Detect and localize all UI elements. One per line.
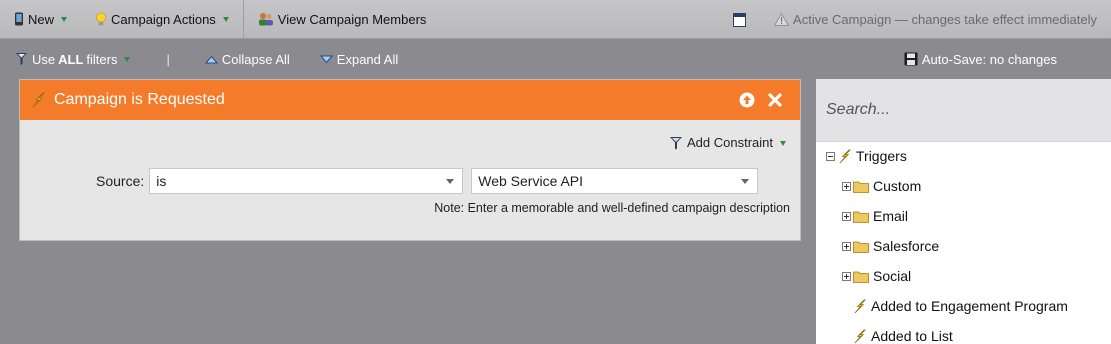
trigger-sidebar: Search... Triggers Custom Email Salesfor… [816,79,1111,344]
separator: | [166,51,170,67]
use-label-prefix: Use [32,51,56,67]
tree-item-added-to-list[interactable]: Added to List [852,326,953,344]
operator-value: is [156,173,167,189]
collapse-icon [204,55,218,64]
use-all-filters-button[interactable]: Use ALL filters [15,40,131,78]
mobile-icon [14,12,24,26]
funnel-icon [15,52,28,66]
filter-card-title: Campaign is Requested [54,91,225,108]
people-icon [258,12,274,26]
source-label: Source: [96,173,145,189]
tree-item-salesforce[interactable]: Salesforce [842,236,939,256]
campaign-status-text: Active Campaign — changes take effect im… [793,12,1097,27]
campaign-actions-button[interactable]: Campaign Actions [77,0,243,39]
add-constraint-label: Add Constraint [687,135,773,150]
main-toolbar: New Campaign Actions View Campaign Membe… [0,0,1111,39]
tree-item-custom[interactable]: Custom [842,176,921,196]
folder-icon [853,270,869,283]
expand-toggle-icon[interactable] [842,271,851,281]
source-constraint-row: Source: is Web Service API [96,168,759,194]
tree-item-email[interactable]: Email [842,206,908,226]
lightning-icon [837,149,852,164]
folder-icon [853,240,869,253]
view-members-label: View Campaign Members [277,11,427,27]
close-icon[interactable] [768,93,782,107]
source-value-select[interactable]: Web Service API [471,168,759,194]
use-label-suffix: filters [86,51,118,67]
add-constraint-button[interactable]: Add Constraint [669,135,786,150]
view-campaign-members-button[interactable]: View Campaign Members [244,0,437,39]
collapse-all-label: Collapse All [221,51,290,67]
description-note: Note: Enter a memorable and well-defined… [434,201,790,215]
new-label: New [28,11,55,27]
expand-all-label: Expand All [336,51,399,67]
collapse-all-button[interactable]: Collapse All [204,40,290,78]
use-label-bold: ALL [58,51,84,67]
tree-item-label: Social [873,268,912,284]
expand-toggle-icon[interactable] [842,211,851,221]
campaign-actions-label: Campaign Actions [111,11,216,27]
collapse-toggle-icon[interactable] [826,151,835,161]
move-up-icon[interactable] [739,92,755,108]
chevron-down-icon [124,57,131,62]
filter-toolbar: Use ALL filters | Collapse All Expand Al… [0,40,1111,78]
tree-item-label: Triggers [856,148,907,164]
tree-item-label: Added to List [871,328,953,344]
warning-icon [774,13,790,26]
source-value: Web Service API [478,173,584,189]
tree-item-triggers[interactable]: Triggers [826,146,907,166]
search-input[interactable]: Search... [816,79,1111,142]
tree-item-added-to-engagement-program[interactable]: Added to Engagement Program [852,296,1068,316]
tree-item-label: Email [873,208,909,224]
lightning-icon [852,329,867,344]
tree-item-social[interactable]: Social [842,266,911,286]
floppy-disk-icon [904,52,918,66]
folder-icon [853,210,869,223]
lightning-icon [852,299,867,314]
operator-select[interactable]: is [149,168,464,194]
campaign-status: Active Campaign — changes take effect im… [733,0,1097,39]
filter-card-actions [739,80,786,120]
chevron-down-icon [741,179,750,184]
filter-card: Campaign is Requested Add Constraint Sou… [19,79,801,241]
autosave-label: Auto-Save: no changes [921,51,1057,67]
autosave-status: Auto-Save: no changes [904,40,1057,78]
funnel-icon [669,136,683,150]
expand-toggle-icon[interactable] [842,241,851,251]
window-icon[interactable] [733,12,747,27]
new-button[interactable]: New [0,0,77,39]
chevron-down-icon [446,179,455,184]
filter-card-header: Campaign is Requested [20,80,800,120]
lightbulb-icon [95,12,107,27]
expand-all-button[interactable]: Expand All [319,40,399,78]
folder-icon [853,180,869,193]
expand-toggle-icon[interactable] [842,181,851,191]
tree-item-label: Custom [873,178,922,194]
chevron-down-icon [61,17,68,22]
chevron-down-icon [222,17,229,22]
expand-icon [319,55,333,64]
tree-item-label: Salesforce [873,238,940,254]
lightning-icon [30,92,46,108]
chevron-down-icon [780,140,786,146]
tree-item-label: Added to Engagement Program [871,298,1068,314]
